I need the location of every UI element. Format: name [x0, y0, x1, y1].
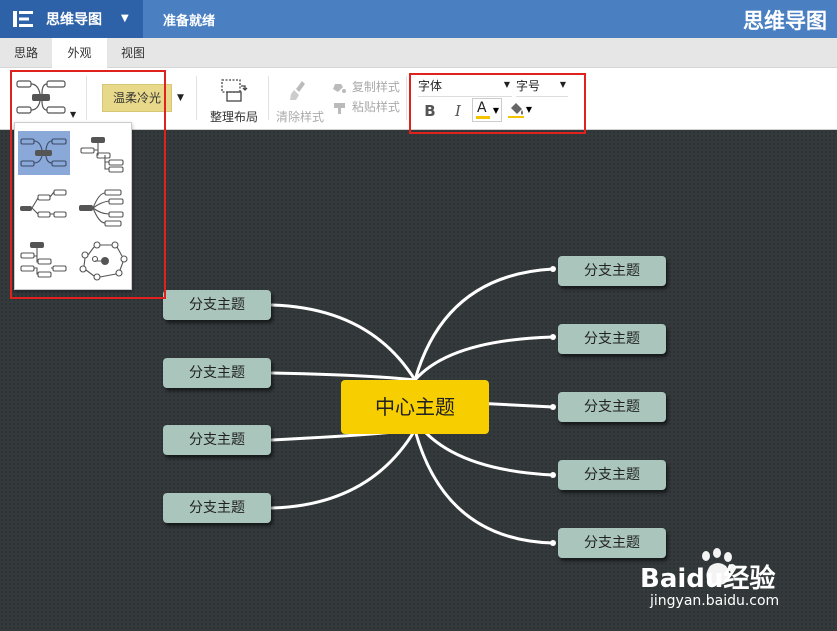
branch-topic[interactable]: 分支主题	[163, 493, 271, 523]
branch-topic[interactable]: 分支主题	[558, 392, 666, 422]
watermark-brand: Baidu经验	[640, 564, 776, 594]
center-topic[interactable]: 中心主题	[341, 380, 489, 434]
branch-topic[interactable]: 分支主题	[163, 425, 271, 455]
page-title: 思维导图	[743, 9, 827, 33]
tab-appearance[interactable]: 外观	[52, 38, 107, 68]
layout-icon	[221, 79, 248, 102]
chevron-down-icon: ▼	[121, 13, 129, 24]
app-menu-button[interactable]: 思维导图 ▼	[0, 0, 143, 38]
highlight-box-structure	[10, 70, 166, 299]
arrange-layout-label: 整理布局	[209, 110, 258, 124]
clear-style-button[interactable]: 清除样式	[274, 76, 326, 124]
paste-style-icon	[334, 102, 345, 114]
theme-caret-icon[interactable]: ▼	[177, 93, 184, 103]
ribbon-tabs: 思路 外观 视图	[0, 38, 837, 68]
tab-view[interactable]: 视图	[107, 38, 159, 68]
highlight-box-font	[409, 73, 586, 134]
branch-topic[interactable]: 分支主题	[558, 256, 666, 286]
mindmap-logo-icon	[13, 11, 33, 27]
status-text: 准备就绪	[163, 14, 216, 29]
branch-topic[interactable]: 分支主题	[558, 460, 666, 490]
paste-style-label: 粘贴样式	[351, 100, 400, 114]
copy-style-icon	[333, 83, 346, 93]
copy-style-label: 复制样式	[351, 80, 400, 94]
clear-style-label: 清除样式	[275, 110, 324, 124]
branch-topic[interactable]: 分支主题	[558, 324, 666, 354]
copy-style-button[interactable]: 复制样式	[332, 78, 400, 95]
toolbar-divider	[268, 76, 269, 120]
paste-style-button[interactable]: 粘贴样式	[332, 98, 400, 115]
watermark-url: jingyan.baidu.com	[650, 593, 780, 609]
app-header: 思维导图 ▼ 准备就绪 思维导图	[0, 0, 837, 38]
brush-icon	[290, 81, 305, 100]
branch-topic[interactable]: 分支主题	[163, 290, 271, 320]
branch-topic[interactable]: 分支主题	[163, 358, 271, 388]
app-name: 思维导图	[46, 12, 102, 28]
toolbar-divider	[406, 76, 407, 120]
toolbar-divider	[196, 76, 197, 120]
tab-thinking[interactable]: 思路	[0, 38, 52, 68]
arrange-layout-button[interactable]: 整理布局	[208, 76, 260, 124]
